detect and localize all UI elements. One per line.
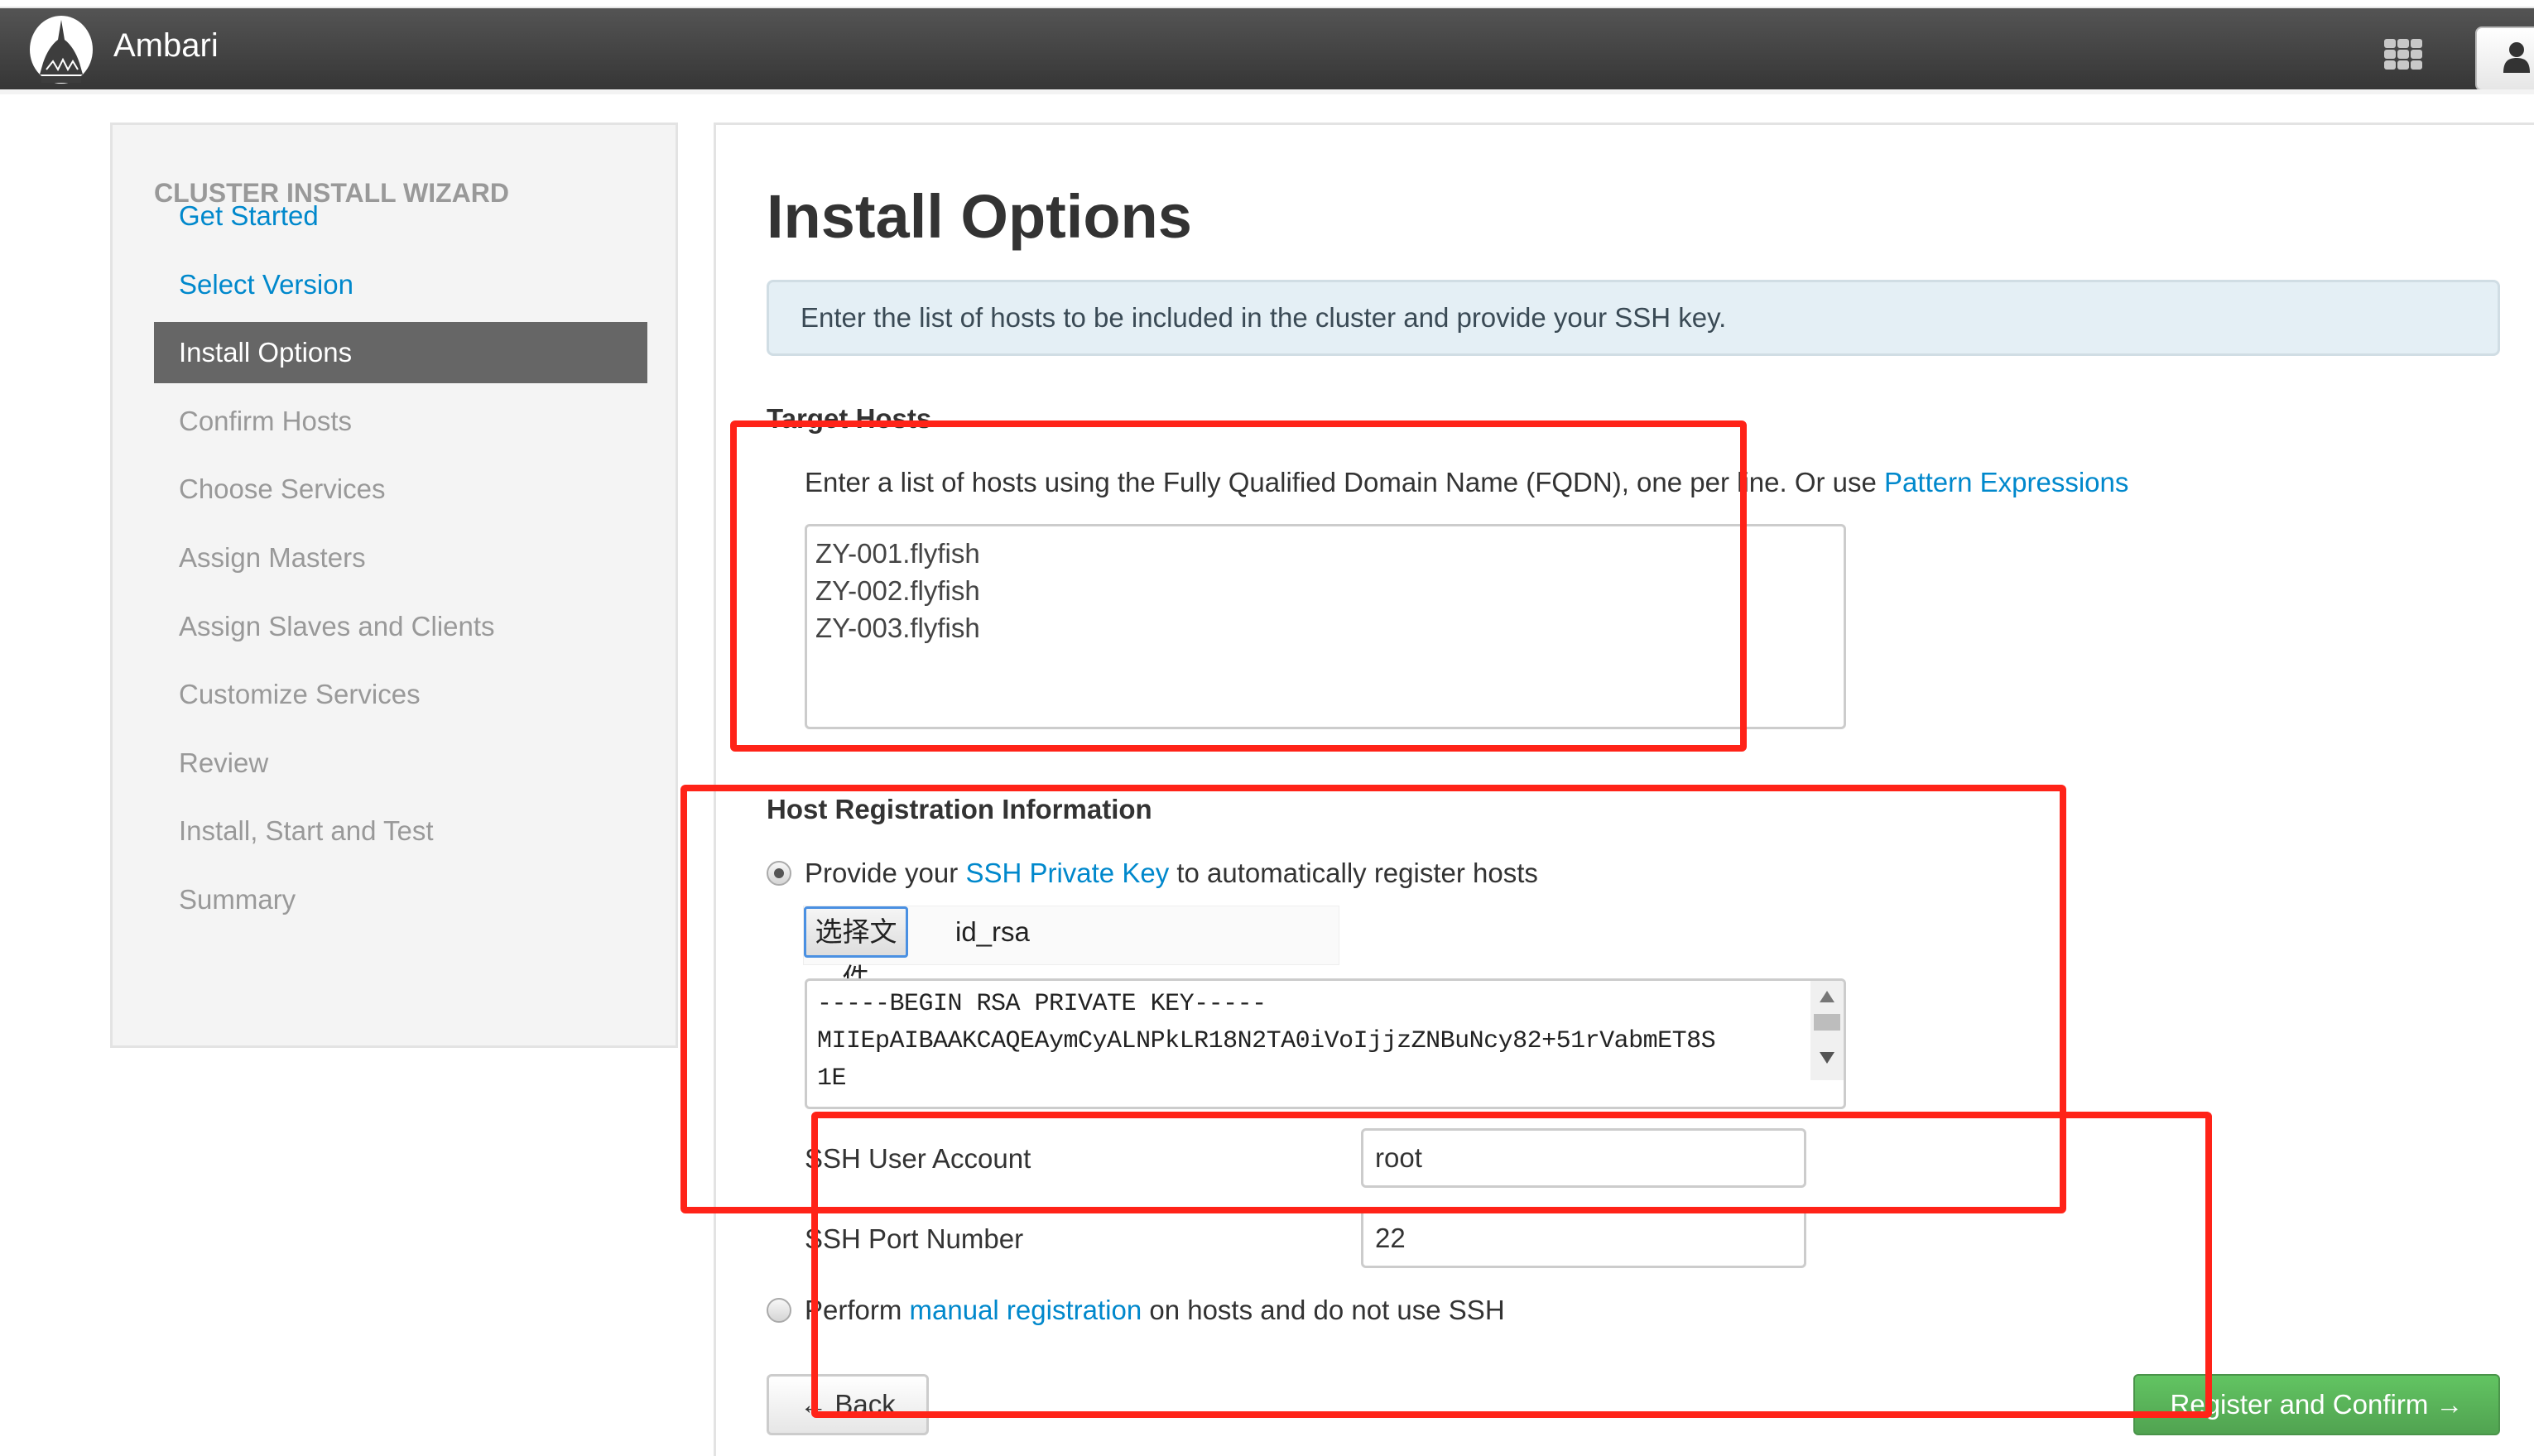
ssh-key-radio[interactable]	[767, 861, 791, 886]
key-scrollbar[interactable]	[1810, 981, 1844, 1080]
ssh-user-label: SSH User Account	[805, 1143, 1031, 1174]
sidebar-step-get-started[interactable]: Get Started	[154, 185, 647, 247]
ambari-logo-icon[interactable]	[28, 15, 94, 84]
ssh-option-prefix: Provide your	[805, 858, 966, 888]
sidebar-step-install-options[interactable]: Install Options	[154, 322, 647, 384]
register-and-confirm-button[interactable]: Register and Confirm →	[2133, 1374, 2500, 1435]
ssh-user-input[interactable]	[1361, 1128, 1806, 1188]
page-title: Install Options	[767, 182, 1192, 251]
ssh-private-key-link[interactable]: SSH Private Key	[965, 858, 1169, 888]
target-hosts-description: Enter a list of hosts using the Fully Qu…	[805, 466, 2128, 499]
target-hosts-textarea[interactable]	[805, 524, 1846, 729]
info-alert: Enter the list of hosts to be included i…	[767, 280, 2500, 356]
sidebar-step-install-start-and-test: Install, Start and Test	[179, 815, 434, 847]
navbar-shadow	[0, 89, 2534, 94]
private-key-text: -----BEGIN RSA PRIVATE KEY----- MIIEpAIB…	[817, 990, 1716, 1093]
sidebar-step-assign-slaves-and-clients: Assign Slaves and Clients	[179, 610, 495, 642]
sidebar-step-select-version[interactable]: Select Version	[154, 254, 647, 315]
sidebar-step-summary: Summary	[179, 884, 296, 915]
scroll-thumb[interactable]	[1814, 1014, 1840, 1031]
user-menu-button[interactable]	[2475, 26, 2534, 91]
target-hosts-heading: Target Hosts	[767, 403, 932, 434]
private-key-textarea[interactable]: -----BEGIN RSA PRIVATE KEY----- MIIEpAIB…	[805, 978, 1846, 1109]
user-icon	[2503, 42, 2530, 73]
manual-registration-link[interactable]: manual registration	[910, 1295, 1142, 1325]
selected-file-name: id_rsa	[955, 916, 1030, 947]
sidebar-step-review: Review	[179, 747, 269, 778]
pattern-expressions-link[interactable]: Pattern Expressions	[1884, 467, 2128, 497]
manual-option-suffix: on hosts and do not use SSH	[1142, 1295, 1505, 1325]
manual-option-prefix: Perform	[805, 1295, 910, 1325]
ssh-port-label: SSH Port Number	[805, 1223, 1024, 1254]
top-navbar: Ambari	[0, 8, 2534, 91]
brand-name[interactable]: Ambari	[113, 25, 219, 66]
apps-grid-icon[interactable]	[2384, 39, 2422, 70]
host-registration-heading: Host Registration Information	[767, 794, 1152, 824]
choose-file-button[interactable]: 选择文件	[804, 906, 908, 993]
ssh-key-option-label: Provide your SSH Private Key to automati…	[805, 857, 1538, 890]
scroll-down-arrow-icon[interactable]	[1820, 1052, 1834, 1064]
sidebar-step-choose-services: Choose Services	[179, 473, 386, 505]
ssh-port-input[interactable]	[1361, 1209, 1806, 1268]
sidebar-step-customize-services: Customize Services	[179, 679, 421, 710]
wizard-sidebar: CLUSTER INSTALL WIZARD Get Started Select…	[110, 123, 678, 1048]
manual-registration-radio[interactable]	[767, 1298, 791, 1323]
scroll-up-arrow-icon[interactable]	[1820, 991, 1834, 1002]
manual-registration-option-label: Perform manual registration on hosts and…	[805, 1294, 1505, 1327]
target-hosts-desc-text: Enter a list of hosts using the Fully Qu…	[805, 467, 1885, 497]
browser-top-strip	[0, 0, 2534, 8]
ssh-option-suffix: to automatically register hosts	[1169, 858, 1538, 888]
sidebar-step-confirm-hosts: Confirm Hosts	[179, 405, 353, 436]
sidebar-step-assign-masters: Assign Masters	[179, 542, 366, 573]
back-button[interactable]: ← Back	[767, 1374, 929, 1435]
